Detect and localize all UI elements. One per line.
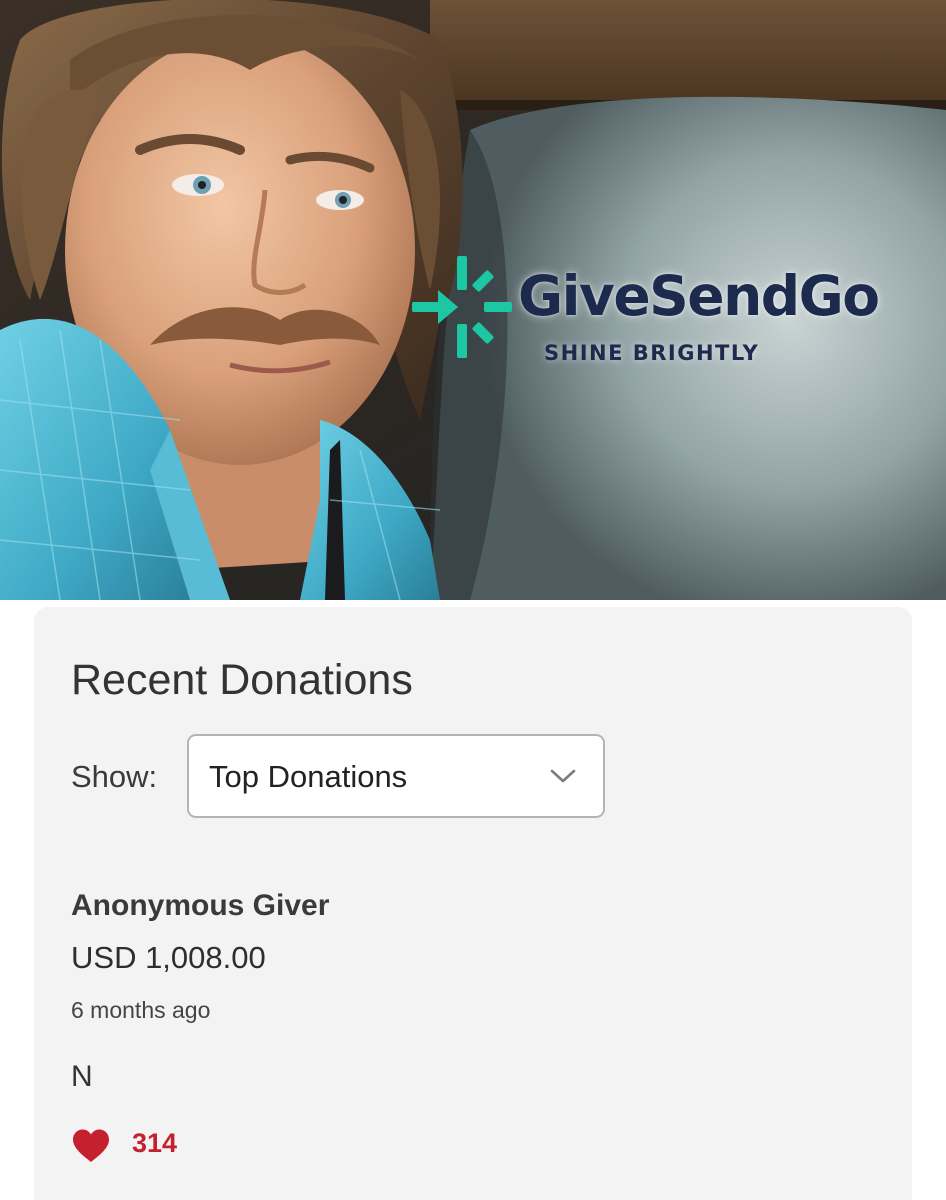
chevron-down-icon [550, 769, 576, 783]
donor-name: Anonymous Giver [71, 889, 330, 922]
donation-filter-select[interactable]: Top Donations [187, 734, 605, 818]
hero-photo: GiveSendGo SHINE BRIGHTLY [0, 0, 946, 600]
like-count: 314 [132, 1128, 178, 1158]
recent-donations-card: Recent Donations Show: Top Donations Ano… [34, 607, 912, 1200]
heart-icon [73, 1129, 109, 1162]
givesendgo-logo: GiveSendGo SHINE BRIGHTLY [410, 250, 930, 370]
campaign-page: GiveSendGo SHINE BRIGHTLY Recent Donatio… [0, 0, 946, 1200]
logo-tagline: SHINE BRIGHTLY [544, 341, 760, 365]
section-title: Recent Donations [71, 656, 413, 704]
givesendgo-burst-icon [412, 256, 512, 358]
donation-message: N [71, 1060, 93, 1093]
donation-filter-value: Top Donations [209, 759, 408, 794]
show-filter-label: Show: [71, 759, 158, 794]
donation-amount: USD 1,008.00 [71, 940, 266, 975]
donation-timestamp: 6 months ago [71, 997, 211, 1023]
logo-wordmark: GiveSendGo [518, 264, 880, 328]
